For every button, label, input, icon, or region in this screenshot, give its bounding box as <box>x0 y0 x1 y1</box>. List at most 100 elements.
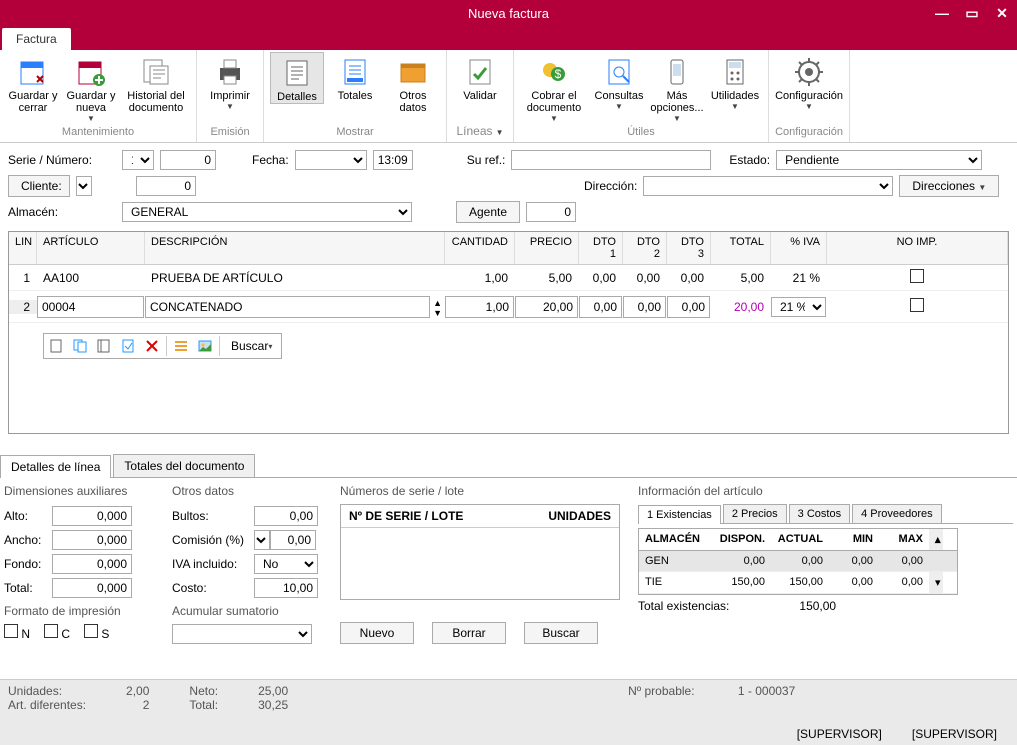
direcciones-button[interactable]: Direcciones ▼ <box>899 175 999 197</box>
cliente-dropdown[interactable] <box>76 176 92 196</box>
dto1-input[interactable] <box>579 296 622 318</box>
col-lin[interactable]: LIN <box>9 232 37 264</box>
n-checkbox[interactable] <box>4 624 18 638</box>
new-line-icon[interactable] <box>45 335 67 357</box>
col-art[interactable]: ARTÍCULO <box>37 232 145 264</box>
validar-button[interactable]: Validar <box>453 52 507 102</box>
image-icon[interactable] <box>194 335 216 357</box>
col-desc[interactable]: DESCRIPCIÓN <box>145 232 445 264</box>
tab-detalles-linea[interactable]: Detalles de línea <box>0 455 111 478</box>
tab-costos[interactable]: 3 Costos <box>789 504 850 523</box>
cliente-input[interactable] <box>136 176 196 196</box>
svg-text:$: $ <box>555 67 562 81</box>
consultas-button[interactable]: Consultas ▼ <box>592 52 646 111</box>
history-icon <box>140 56 172 88</box>
tab-existencias[interactable]: 1 Existencias <box>638 505 721 524</box>
ancho-input[interactable] <box>52 530 132 550</box>
list-icon[interactable] <box>170 335 192 357</box>
iva-incluido-select[interactable]: No <box>254 554 318 574</box>
buscar-serial-button[interactable]: Buscar <box>524 622 598 644</box>
dto2-input[interactable] <box>623 296 666 318</box>
buscar-button[interactable]: Buscar ▾ <box>223 335 280 357</box>
stock-row[interactable]: TIE 150,00 150,00 0,00 0,00 ▾ <box>639 572 957 594</box>
numero-input[interactable] <box>160 150 216 170</box>
suref-label: Su ref.: <box>467 153 506 167</box>
duplicate-icon[interactable] <box>93 335 115 357</box>
utilidades-button[interactable]: Utilidades ▼ <box>708 52 762 111</box>
chevron-down-icon: ▼ <box>226 102 234 111</box>
table-row[interactable]: 2 ▲▼ 20,00 21 % <box>9 291 1008 323</box>
col-dto3[interactable]: DTO 3 <box>667 232 711 264</box>
stock-row[interactable]: GEN 0,00 0,00 0,00 0,00 <box>639 551 957 572</box>
dto3-input[interactable] <box>667 296 710 318</box>
maximize-button[interactable]: ▭ <box>957 0 987 26</box>
cliente-button[interactable]: Cliente: <box>8 175 70 197</box>
bultos-input[interactable] <box>254 506 318 526</box>
table-row[interactable]: 1 AA100 PRUEBA DE ARTÍCULO 1,00 5,00 0,0… <box>9 265 1008 291</box>
totals-icon <box>339 56 371 88</box>
guardar-cerrar-button[interactable]: Guardar y cerrar <box>6 52 60 114</box>
noimp-checkbox[interactable] <box>910 269 924 283</box>
close-button[interactable]: ✕ <box>987 0 1017 26</box>
configuracion-button[interactable]: Configuración ▼ <box>775 52 843 111</box>
comision-input[interactable] <box>270 530 316 550</box>
cobrar-button[interactable]: $ Cobrar el documento ▼ <box>520 52 588 123</box>
fecha-select[interactable] <box>295 150 367 170</box>
s-checkbox[interactable] <box>84 624 98 638</box>
art-input[interactable] <box>37 296 144 318</box>
almacen-select[interactable]: GENERAL <box>122 202 412 222</box>
col-total[interactable]: TOTAL <box>711 232 771 264</box>
detalles-button[interactable]: Detalles <box>270 52 324 104</box>
tab-factura[interactable]: Factura <box>2 28 71 50</box>
gear-icon <box>793 56 825 88</box>
fondo-input[interactable] <box>52 554 132 574</box>
paste-icon[interactable] <box>117 335 139 357</box>
estado-label: Estado: <box>729 153 770 167</box>
chevron-down-icon: ▼ <box>87 114 95 123</box>
imprimir-button[interactable]: Imprimir ▼ <box>203 52 257 111</box>
estado-select[interactable]: Pendiente <box>776 150 982 170</box>
minimize-button[interactable]: ― <box>927 0 957 26</box>
col-precio[interactable]: PRECIO <box>515 232 579 264</box>
scroll-up-icon[interactable]: ▴ <box>929 529 943 550</box>
cant-input[interactable] <box>445 296 514 318</box>
tab-proveedores[interactable]: 4 Proveedores <box>852 504 942 523</box>
copy-icon[interactable] <box>69 335 91 357</box>
agente-input[interactable] <box>526 202 576 222</box>
desc-input[interactable] <box>145 296 430 318</box>
totales-button[interactable]: Totales <box>328 52 382 102</box>
serie-select[interactable]: 1 <box>122 150 154 170</box>
acumular-select[interactable] <box>172 624 312 644</box>
col-dto2[interactable]: DTO 2 <box>623 232 667 264</box>
noimp-checkbox[interactable] <box>910 298 924 312</box>
c-checkbox[interactable] <box>44 624 58 638</box>
iva-select[interactable]: 21 % <box>771 297 826 317</box>
direccion-label: Dirección: <box>584 179 637 193</box>
nuevo-button[interactable]: Nuevo <box>340 622 414 644</box>
suref-input[interactable] <box>511 150 711 170</box>
save-new-icon <box>75 56 107 88</box>
dim-total-input[interactable] <box>52 578 132 598</box>
col-noimp[interactable]: NO IMP. <box>827 232 1008 264</box>
window-title: Nueva factura <box>468 6 549 21</box>
delete-icon[interactable] <box>141 335 163 357</box>
tab-totales-doc[interactable]: Totales del documento <box>113 454 255 477</box>
col-dto1[interactable]: DTO 1 <box>579 232 623 264</box>
tab-precios[interactable]: 2 Precios <box>723 504 787 523</box>
historial-button[interactable]: Historial del documento <box>122 52 190 114</box>
borrar-button[interactable]: Borrar <box>432 622 506 644</box>
comision-dd[interactable] <box>254 530 270 550</box>
col-iva[interactable]: % IVA <box>771 232 827 264</box>
direccion-select[interactable] <box>643 176 893 196</box>
otros-datos-button[interactable]: Otros datos <box>386 52 440 114</box>
precio-input[interactable] <box>515 296 578 318</box>
mas-opciones-button[interactable]: Más opciones... ▼ <box>650 52 704 123</box>
alto-input[interactable] <box>52 506 132 526</box>
guardar-nueva-button[interactable]: Guardar y nueva ▼ <box>64 52 118 123</box>
hora-input[interactable] <box>373 150 413 170</box>
col-cant[interactable]: CANTIDAD <box>445 232 515 264</box>
scroll-down-icon[interactable]: ▾ <box>929 572 943 593</box>
agente-button[interactable]: Agente <box>456 201 520 223</box>
costo-input[interactable] <box>254 578 318 598</box>
stock-grid: ALMACÉN DISPON. ACTUAL MIN MAX ▴ GEN 0,0… <box>638 528 958 595</box>
